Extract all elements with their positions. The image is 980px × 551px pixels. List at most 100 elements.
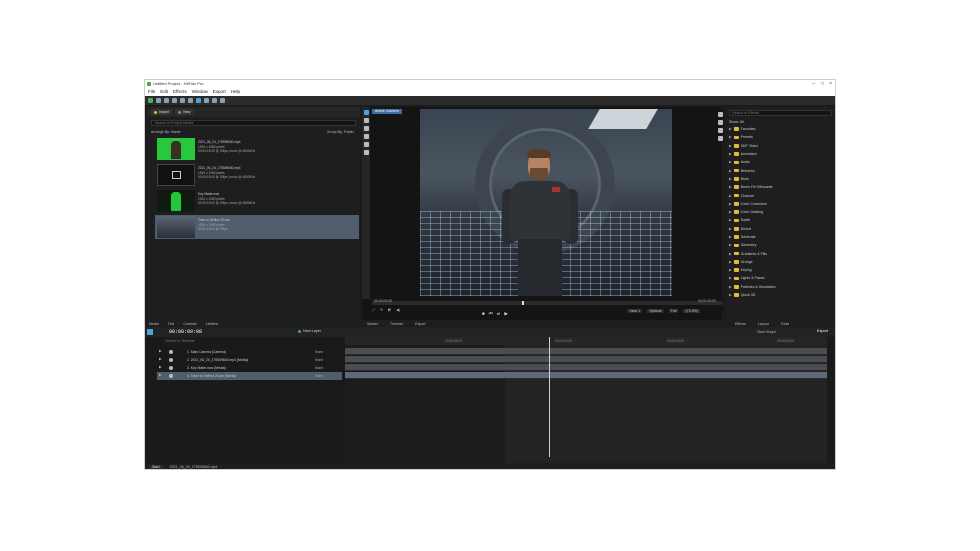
effects-folder-item[interactable]: ▶ Quick 3D [726,291,835,299]
media-item[interactable]: Key Matte.mov 1920 x 1080 pixels 00:00:15:… [155,189,359,213]
timeline-ruler[interactable]: 00:00:05:00 00:00:10:00 00:00:15:00 00:0… [345,337,827,345]
prev-frame-icon[interactable]: ⏮ [489,311,493,317]
expand-icon[interactable]: ▶ [729,185,732,189]
expand-icon[interactable]: ▶ [729,252,732,256]
effects-folder-item[interactable]: ▶ Grunge [726,258,835,266]
play-icon[interactable]: ▶ [504,311,507,317]
save-icon[interactable] [164,98,169,103]
blend-mode-dropdown[interactable]: None [315,350,323,354]
undo-icon[interactable] [180,98,185,103]
tab-tools[interactable]: Tools [781,322,789,326]
import-button[interactable]: Import [151,109,173,115]
tab-layout[interactable]: Layout [758,322,769,326]
pen-tool-icon[interactable] [363,142,369,147]
loop-icon[interactable]: ⟲ [380,308,383,312]
expand-icon[interactable]: ▶ [729,210,732,214]
expand-icon[interactable]: ▶ [729,177,732,181]
effects-folder-item[interactable]: ▶ Animation [726,150,835,158]
export-button[interactable]: Export [817,329,828,333]
effects-folder-item[interactable]: ▶ Favorites [726,125,835,133]
effects-folder-item[interactable]: ▶ Geometry [726,241,835,249]
track-clip-selected[interactable] [345,372,827,379]
timeline-timecode[interactable]: 00:00:09:08 [169,329,202,335]
copy-icon[interactable] [204,98,209,103]
effects-folder-item[interactable]: ▶ Color Grading [726,208,835,216]
download-icon[interactable] [718,112,723,117]
open-icon[interactable] [156,98,161,103]
layer-row-selected[interactable]: ▶ 4. Tokio to Delfino 20.ani [Media] Non… [157,372,342,380]
new-button[interactable]: New [175,109,194,115]
move-icon[interactable] [718,120,723,125]
expand-icon[interactable]: ▶ [729,152,732,156]
track-clip[interactable] [345,356,827,363]
expand-icon[interactable]: ▶ [729,194,732,198]
share-icon[interactable] [718,128,723,133]
expand-icon[interactable]: ▶ [729,293,732,297]
view-dropdown[interactable]: View 1 [627,309,643,313]
stop-icon[interactable]: ■ [482,311,485,317]
tab-media[interactable]: Media [149,322,159,326]
effects-folder-item[interactable]: ▶ Depth [726,216,835,224]
group-by-dropdown[interactable]: Group By: Folder [327,130,354,134]
view-graph-button[interactable]: View Graph [757,330,776,334]
expand-icon[interactable]: ▶ [159,357,162,361]
media-search-input[interactable]: Search in Project Media [151,120,356,126]
effects-folder-item[interactable]: ▶ Lights & Flares [726,274,835,282]
menu-help[interactable]: Help [231,88,240,96]
effects-folder-item[interactable]: ▶ Generate [726,233,835,241]
expand-icon[interactable]: ▶ [729,144,732,148]
blend-mode-dropdown[interactable]: None [315,366,323,370]
expand-icon[interactable]: ▶ [729,169,732,173]
playhead[interactable] [549,337,550,457]
menu-window[interactable]: Window [192,88,208,96]
menu-file[interactable]: File [148,88,155,96]
fit-icon[interactable]: ⤢ [372,308,375,312]
paste-icon[interactable] [212,98,217,103]
layer-row[interactable]: ▶ 3. Key Matte.mov [Media] None [157,364,342,372]
new-layer-button[interactable]: New Layer [298,329,321,333]
expand-icon[interactable]: ▶ [729,285,732,289]
track-clip[interactable] [345,348,827,355]
visibility-icon[interactable] [169,350,173,354]
audio-icon[interactable]: ◀) [396,308,400,312]
play-alt-icon[interactable]: ⏯ [497,311,501,317]
expand-icon[interactable]: ▶ [729,202,732,206]
select-tool-icon[interactable] [363,110,369,115]
redo-icon[interactable] [188,98,193,103]
menu-export[interactable]: Export [213,88,226,96]
tab-lifetime[interactable]: Lifetime [206,322,219,326]
settings-icon[interactable] [172,98,177,103]
eraser-tool-icon[interactable] [363,150,369,155]
timeline-tracks[interactable]: 00:00:05:00 00:00:10:00 00:00:15:00 00:0… [345,337,827,469]
text-tool-icon[interactable] [363,126,369,131]
effects-folder-item[interactable]: ▶ Blurs [726,175,835,183]
layer-row[interactable]: ▶ 1. Main Camera [Camera] None [157,348,342,356]
effects-folder-item[interactable]: ▶ Presets [726,133,835,141]
tab-text[interactable]: Text [168,322,175,326]
effects-folder-item[interactable]: ▶ Gradients & Fills [726,249,835,257]
effects-search-input[interactable]: Search in Effects [729,110,832,116]
viewer-canvas[interactable] [420,109,672,296]
timeline-mode-icon[interactable] [147,329,153,335]
minimize-button[interactable]: – [812,80,815,88]
delete-icon[interactable] [220,98,225,103]
expand-icon[interactable]: ▶ [159,365,162,369]
blend-mode-dropdown[interactable]: None [315,358,323,362]
refresh-icon[interactable] [718,136,723,141]
visibility-icon[interactable] [169,358,173,362]
blend-mode-dropdown[interactable]: None [315,374,323,378]
timeline-search-input[interactable]: Search in Timeline [165,339,340,345]
zoom-tool-icon[interactable] [363,134,369,139]
expand-icon[interactable]: ▶ [729,218,732,222]
effects-folder-item[interactable]: ▶ Distort [726,225,835,233]
hand-tool-icon[interactable] [363,118,369,123]
tab-viewer[interactable]: Viewer [367,322,378,326]
expand-icon[interactable]: ▶ [729,260,732,264]
effects-folder-item[interactable]: ▶ Particles & Simulation [726,283,835,291]
effects-folder-item[interactable]: ▶ Channel [726,191,835,199]
new-project-icon[interactable] [148,98,153,103]
cut-icon[interactable] [196,98,201,103]
expand-icon[interactable]: ▶ [159,373,162,377]
expand-icon[interactable]: ▶ [729,268,732,272]
effects-folder-item[interactable]: ▶ Keying [726,266,835,274]
